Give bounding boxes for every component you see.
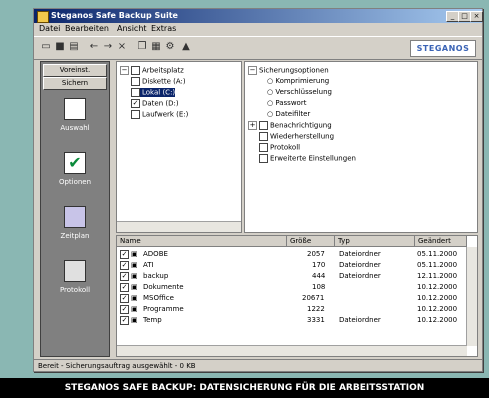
open-icon[interactable]: ▤ [68, 41, 80, 53]
option-item[interactable]: ○ Verschlüsselung [267, 88, 332, 96]
up-icon[interactable]: ▲ [180, 41, 192, 53]
file-list: Name Größe Typ Geändert ✓ ▣ ADOBE 2057 Da… [116, 235, 478, 357]
column-header-date[interactable]: Geändert [415, 236, 467, 247]
column-header-type[interactable]: Typ [335, 236, 415, 247]
horizontal-scrollbar[interactable] [117, 221, 241, 232]
tree-item[interactable]: Laufwerk (E:) [131, 110, 188, 119]
folder-icon: ▣ [131, 272, 138, 280]
forward-icon[interactable]: → [102, 41, 114, 53]
caption: STEGANOS SAFE BACKUP: DATENSICHERUNG FÜR… [0, 378, 489, 398]
vertical-scrollbar[interactable] [466, 247, 477, 346]
new-icon[interactable]: ▭ [40, 41, 52, 53]
table-row[interactable]: ✓ ▣ Dokumente 108 10.12.2000 [117, 282, 463, 292]
folder-icon [64, 98, 86, 120]
checkbox[interactable] [131, 77, 140, 86]
folder-icon: ▣ [131, 261, 138, 269]
folder-icon: ▣ [131, 250, 138, 258]
sidebar-item-label: Zeitplan [60, 232, 90, 240]
sidebar-item-protokoll[interactable]: Protokoll [41, 254, 109, 308]
option-item[interactable]: Wiederherstellung [259, 132, 334, 141]
status-bar: Bereit - Sicherungsauftrag ausgewählt - … [34, 359, 482, 372]
menu-extras[interactable]: Extras [151, 24, 176, 33]
folder-icon: ▣ [131, 283, 138, 291]
checkbox[interactable]: ✓ [131, 99, 140, 108]
copy-icon[interactable]: ❐ [136, 41, 148, 53]
option-item[interactable]: ○ Dateifilter [267, 110, 310, 118]
option-item[interactable]: − Sicherungsoptionen [248, 66, 329, 75]
table-row[interactable]: ✓ ▣ Temp 3331 Dateiordner 10.12.2000 [117, 315, 463, 325]
option-item[interactable]: Erweiterte Einstellungen [259, 154, 356, 163]
table-row[interactable]: ✓ ▣ ADOBE 2057 Dateiordner 05.11.2000 [117, 249, 463, 259]
option-item[interactable]: ○ Komprimierung [267, 77, 329, 85]
sidebar-item-zeitplan[interactable]: Zeitplan [41, 200, 109, 254]
settings-icon[interactable]: ⚙ [164, 41, 176, 53]
close-button[interactable]: × [470, 11, 483, 22]
window-title: Steganos Safe Backup Suite [51, 11, 178, 20]
tree-item[interactable]: − Arbeitsplatz [120, 66, 184, 75]
table-row[interactable]: ✓ ▣ MSOffice 20671 10.12.2000 [117, 293, 463, 303]
log-icon [64, 260, 86, 282]
save-icon[interactable]: ■ [54, 41, 66, 53]
brand-logo: STEGANOS [410, 40, 476, 57]
options-tree: − Sicherungsoptionen ○ Komprimierung ○ Ve… [244, 61, 478, 233]
sidebar-item-auswahl[interactable]: Auswahl [41, 92, 109, 146]
app-window: Steganos Safe Backup Suite _ □ × Datei B… [33, 8, 483, 372]
tree-item[interactable]: ✓ Daten (D:) [131, 99, 179, 108]
sidebar-item-label: Auswahl [60, 124, 90, 132]
tree-item[interactable]: Diskette (A:) [131, 77, 186, 86]
checkbox[interactable] [131, 110, 140, 119]
check-icon: ✔ [64, 152, 86, 174]
menu-bearbeiten[interactable]: Bearbeiten [65, 24, 109, 33]
option-item[interactable]: Protokoll [259, 143, 300, 152]
properties-icon[interactable]: ▦ [150, 41, 162, 53]
status-text: Bereit - Sicherungsauftrag ausgewählt - … [38, 362, 196, 370]
app-icon [37, 11, 49, 23]
back-icon[interactable]: ← [88, 41, 100, 53]
sidebar: Voreinst. Sichern Auswahl ✔ Optionen Zei… [40, 61, 110, 357]
sidebar-tab-voreinst[interactable]: Voreinst. [43, 64, 107, 77]
column-header-size[interactable]: Größe [287, 236, 335, 247]
sidebar-item-optionen[interactable]: ✔ Optionen [41, 146, 109, 200]
folder-tree: − Arbeitsplatz Diskette (A:) ✓ Lokal (C:) … [116, 61, 242, 233]
checkbox[interactable] [131, 66, 140, 75]
folder-icon: ▣ [131, 305, 138, 313]
checkbox[interactable]: ✓ [131, 88, 140, 97]
toolbar: ▭ ■ ▤ ← → × ❐ ▦ ⚙ ▲ STEGANOS [34, 36, 482, 60]
table-row[interactable]: ✓ ▣ backup 444 Dateiordner 12.11.2000 [117, 271, 463, 281]
collapse-icon[interactable]: − [120, 66, 129, 75]
menu-bar: Datei Bearbeiten Ansicht Extras [34, 23, 482, 35]
tree-item-selected[interactable]: ✓ Lokal (C:) [131, 88, 176, 97]
calendar-icon [64, 206, 86, 228]
menu-datei[interactable]: Datei [39, 24, 60, 33]
option-item[interactable]: + Benachrichtigung [248, 121, 332, 130]
sidebar-item-label: Protokoll [59, 286, 91, 294]
title-bar: Steganos Safe Backup Suite _ □ × [34, 9, 483, 23]
menu-ansicht[interactable]: Ansicht [117, 24, 147, 33]
option-item[interactable]: ○ Passwort [267, 99, 306, 107]
table-row[interactable]: ✓ ▣ Programme 1222 10.12.2000 [117, 304, 463, 314]
table-row[interactable]: ✓ ▣ ATI 170 Dateiordner 05.11.2000 [117, 260, 463, 270]
delete-icon[interactable]: × [116, 41, 128, 53]
sidebar-tab-sichern[interactable]: Sichern [43, 77, 107, 90]
sidebar-item-label: Optionen [58, 178, 92, 186]
horizontal-scrollbar[interactable] [117, 345, 467, 356]
folder-icon: ▣ [131, 294, 138, 302]
column-header-name[interactable]: Name [117, 236, 287, 247]
folder-icon: ▣ [131, 316, 138, 324]
